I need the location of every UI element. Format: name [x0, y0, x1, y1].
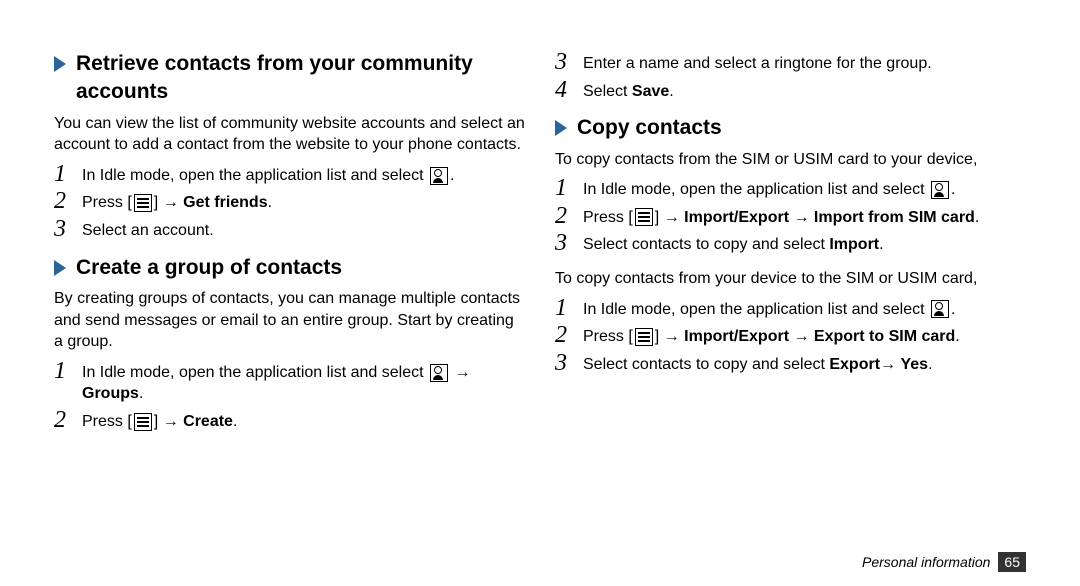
step-number: 1 [555, 296, 583, 320]
menu-icon [635, 208, 653, 226]
steps-list: 1 In Idle mode, open the application lis… [54, 359, 525, 433]
menu-icon [635, 328, 653, 346]
heading-create-group: Create a group of contacts [54, 254, 525, 282]
intro-paragraph: By creating groups of contacts, you can … [54, 288, 525, 353]
step-item: 3 Select an account. [54, 217, 525, 242]
right-column: 3 Enter a name and select a ringtone for… [555, 50, 1026, 578]
step-item: 1 In Idle mode, open the application lis… [555, 296, 1026, 321]
step-item: 1 In Idle mode, open the application lis… [54, 162, 525, 187]
step-text: In Idle mode, open the application list … [82, 162, 525, 187]
steps-list: 1 In Idle mode, open the application lis… [54, 162, 525, 242]
heading-text: Copy contacts [577, 114, 722, 142]
chevron-right-icon [555, 120, 567, 136]
contacts-icon [430, 167, 448, 185]
step-text: Select contacts to copy and select Impor… [583, 231, 1026, 256]
step-text: Press [] → Create. [82, 408, 525, 433]
step-item: 3 Select contacts to copy and select Exp… [555, 351, 1026, 376]
step-text: Enter a name and select a ringtone for t… [583, 50, 1026, 75]
step-text: In Idle mode, open the application list … [82, 359, 525, 405]
step-number: 3 [555, 50, 583, 74]
step-item: 1 In Idle mode, open the application lis… [555, 176, 1026, 201]
contacts-icon [931, 300, 949, 318]
step-number: 1 [54, 162, 82, 186]
step-number: 2 [54, 408, 82, 432]
steps-list: 1 In Idle mode, open the application lis… [555, 176, 1026, 256]
step-text: Select an account. [82, 217, 525, 242]
step-item: 1 In Idle mode, open the application lis… [54, 359, 525, 405]
step-number: 3 [555, 231, 583, 255]
steps-list: 1 In Idle mode, open the application lis… [555, 296, 1026, 376]
chevron-right-icon [54, 260, 66, 276]
step-text: In Idle mode, open the application list … [583, 176, 1026, 201]
heading-text: Create a group of contacts [76, 254, 342, 282]
intro-paragraph: To copy contacts from the SIM or USIM ca… [555, 149, 1026, 171]
intro-paragraph: To copy contacts from your device to the… [555, 268, 1026, 290]
contacts-icon [430, 364, 448, 382]
contacts-icon [931, 181, 949, 199]
step-text: Press [] → Import/Export → Import from S… [583, 204, 1026, 229]
steps-list-continued: 3 Enter a name and select a ringtone for… [555, 50, 1026, 102]
step-item: 2 Press [] → Import/Export → Import from… [555, 204, 1026, 229]
chevron-right-icon [54, 56, 66, 72]
step-number: 2 [54, 189, 82, 213]
step-number: 1 [555, 176, 583, 200]
step-text: Press [] → Import/Export → Export to SIM… [583, 323, 1026, 348]
manual-page: Retrieve contacts from your community ac… [0, 0, 1080, 586]
step-text: Select Save. [583, 78, 1026, 103]
step-number: 1 [54, 359, 82, 383]
footer-section: Personal information [862, 554, 990, 570]
step-number: 4 [555, 78, 583, 102]
step-item: 2 Press [] → Get friends. [54, 189, 525, 214]
heading-copy-contacts: Copy contacts [555, 114, 1026, 142]
step-text: In Idle mode, open the application list … [583, 296, 1026, 321]
step-item: 3 Enter a name and select a ringtone for… [555, 50, 1026, 75]
step-number: 3 [555, 351, 583, 375]
step-text: Press [] → Get friends. [82, 189, 525, 214]
step-item: 2 Press [] → Create. [54, 408, 525, 433]
step-number: 2 [555, 204, 583, 228]
step-number: 3 [54, 217, 82, 241]
intro-paragraph: You can view the list of community websi… [54, 113, 525, 156]
menu-icon [134, 413, 152, 431]
heading-retrieve-contacts: Retrieve contacts from your community ac… [54, 50, 525, 107]
page-footer: Personal information 65 [862, 552, 1026, 572]
menu-icon [134, 194, 152, 212]
step-item: 3 Select contacts to copy and select Imp… [555, 231, 1026, 256]
step-number: 2 [555, 323, 583, 347]
left-column: Retrieve contacts from your community ac… [54, 50, 525, 578]
step-item: 4 Select Save. [555, 78, 1026, 103]
step-text: Select contacts to copy and select Expor… [583, 351, 1026, 376]
heading-text: Retrieve contacts from your community ac… [76, 50, 525, 107]
page-number: 65 [998, 552, 1026, 572]
step-item: 2 Press [] → Import/Export → Export to S… [555, 323, 1026, 348]
